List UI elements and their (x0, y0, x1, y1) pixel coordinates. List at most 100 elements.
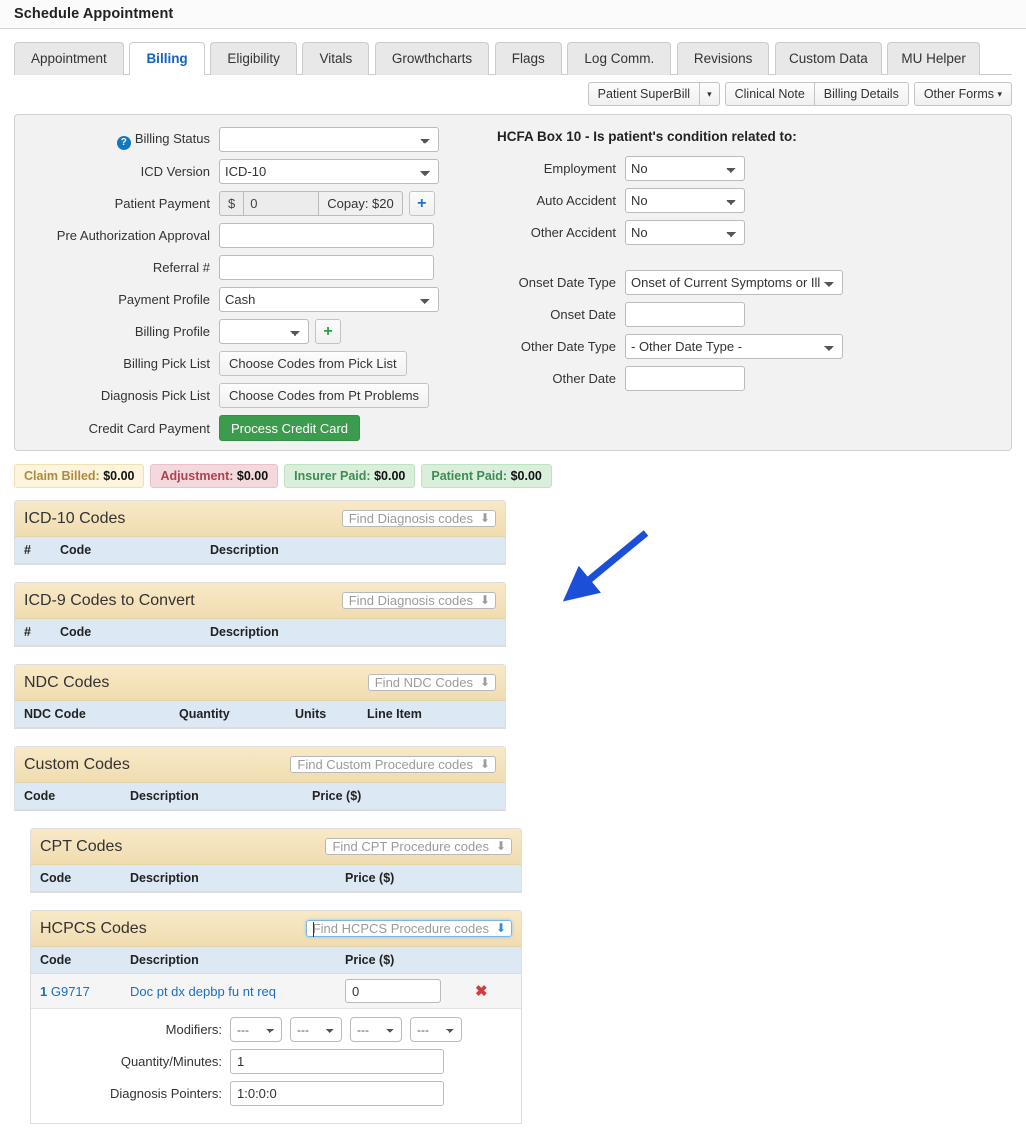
tab-eligibility[interactable]: Eligibility (210, 42, 297, 75)
other-date-type-select[interactable]: - Other Date Type - (625, 334, 843, 359)
panel-icd10-codes: ICD-10 Codes Find Diagnosis codes ⬇ # Co… (14, 500, 506, 565)
down-arrow-icon: ⬇ (479, 757, 490, 771)
claim-billed-amount: $0.00 (103, 469, 135, 483)
hcpcs-row-code: 1 G9717 (40, 984, 130, 999)
other-accident-select[interactable]: No (625, 220, 745, 245)
tab-appointment[interactable]: Appointment (14, 42, 124, 75)
hcfa-box10-title: HCFA Box 10 - Is patient's condition rel… (497, 129, 797, 144)
field-other-date-type: Other Date Type - Other Date Type - (485, 334, 1005, 359)
billing-pick-list-label: Billing Pick List (123, 356, 210, 371)
quantity-minutes-input[interactable] (230, 1049, 444, 1074)
adjustment-amount: $0.00 (236, 469, 269, 483)
clinical-note-button[interactable]: Clinical Note (724, 82, 815, 106)
modifier-1-select[interactable]: --- (230, 1017, 282, 1042)
cpt-panel-title: CPT Codes (40, 837, 123, 855)
icd10-search-wrapper: Find Diagnosis codes ⬇ (341, 508, 496, 529)
onset-date-input[interactable] (625, 302, 745, 327)
icd10-search-input[interactable]: Find Diagnosis codes (341, 510, 496, 527)
field-employment: Employment No (485, 156, 1005, 181)
tab-growthcharts[interactable]: Growthcharts (374, 42, 490, 75)
tab-flags[interactable]: Flags (494, 42, 562, 75)
choose-codes-from-pick-list-button[interactable]: Choose Codes from Pick List (219, 351, 407, 376)
help-icon[interactable]: ? (116, 136, 131, 150)
field-other-date: Other Date (485, 366, 1005, 391)
modifier-3-select[interactable]: --- (350, 1017, 402, 1042)
form-spacer (485, 252, 1005, 270)
cpt-search-input[interactable]: Find CPT Procedure codes (325, 838, 512, 855)
icd9-col-description: Description (210, 625, 279, 639)
icd9-panel-header: ICD-9 Codes to Convert Find Diagnosis co… (15, 583, 505, 619)
field-patient-payment: Patient Payment $ 0 Copay: $20 + (29, 191, 459, 216)
process-credit-card-button[interactable]: Process Credit Card (219, 415, 361, 441)
tab-billing[interactable]: Billing (129, 42, 205, 75)
hcpcs-row-description[interactable]: Doc pt dx depbp fu nt req (130, 984, 345, 999)
tab-log-comm[interactable]: Log Comm. (567, 42, 672, 75)
other-date-input[interactable] (625, 366, 745, 391)
billing-form-card: ? Billing Status ICD Version ICD-10 Patie… (14, 114, 1012, 451)
hcpcs-pointers-row: Diagnosis Pointers: (40, 1081, 512, 1106)
ndc-col-code: NDC Code (24, 707, 86, 721)
tab-vitals[interactable]: Vitals (302, 42, 370, 75)
billing-profile-select[interactable] (219, 319, 309, 344)
hcpcs-column-headers: Code Description Price ($) (31, 947, 521, 974)
delete-icon[interactable]: ✖ (475, 982, 488, 1000)
tab-custom-data[interactable]: Custom Data (774, 42, 882, 75)
icd-version-label: ICD Version (140, 164, 210, 179)
diagnosis-pointers-input[interactable] (230, 1081, 444, 1106)
hcpcs-panel-header: HCPCS Codes Find HCPCS Procedure codes ⬇ (31, 911, 521, 947)
hcpcs-row-code-text[interactable]: G9717 (51, 984, 90, 999)
tab-mu-helper[interactable]: MU Helper (887, 42, 980, 75)
hcpcs-col-description: Description (130, 953, 199, 967)
hcpcs-price-input[interactable] (345, 979, 441, 1003)
pre-authorization-input[interactable] (219, 223, 434, 248)
down-arrow-icon: ⬇ (495, 921, 506, 935)
field-other-accident: Other Accident No (485, 220, 1005, 245)
employment-select[interactable]: No (625, 156, 745, 181)
modifier-2-select[interactable]: --- (290, 1017, 342, 1042)
patient-superbill-button[interactable]: Patient SuperBill (587, 82, 701, 106)
panel-cpt-codes: CPT Codes Find CPT Procedure codes ⬇ Cod… (30, 828, 522, 893)
insurer-paid-amount: $0.00 (374, 469, 406, 483)
field-diagnosis-pick-list: Diagnosis Pick List Choose Codes from Pt… (29, 383, 459, 408)
icd10-panel-header: ICD-10 Codes Find Diagnosis codes ⬇ (15, 501, 505, 537)
referral-input[interactable] (219, 255, 434, 280)
ndc-column-headers: NDC Code Quantity Units Line Item (15, 701, 505, 728)
status-badge-claim-billed: Claim Billed: $0.00 (14, 464, 145, 488)
chevron-down-icon: ▾ (997, 89, 1002, 99)
panel-hcpcs-codes: HCPCS Codes Find HCPCS Procedure codes ⬇… (30, 910, 522, 1124)
employment-label: Employment (543, 161, 616, 176)
onset-date-type-select[interactable]: Onset of Current Symptoms or Illness (625, 270, 843, 295)
icd9-search-input[interactable]: Find Diagnosis codes (341, 592, 496, 609)
other-forms-label: Other Forms (923, 87, 994, 101)
auto-accident-select[interactable]: No (625, 188, 745, 213)
payment-profile-select[interactable]: Cash (219, 287, 439, 312)
choose-codes-from-pt-problems-button[interactable]: Choose Codes from Pt Problems (219, 383, 430, 408)
hcpcs-search-input[interactable]: Find HCPCS Procedure codes (305, 920, 512, 937)
down-arrow-icon: ⬇ (479, 675, 490, 689)
billing-details-button[interactable]: Billing Details (813, 82, 909, 106)
page-header: Schedule Appointment (0, 0, 1026, 29)
status-badge-patient-paid: Patient Paid: $0.00 (421, 464, 552, 488)
tab-bar: Appointment Billing Eligibility Vitals G… (0, 42, 1026, 75)
patient-superbill-dropdown-toggle[interactable]: ▾ (699, 82, 720, 106)
modifier-4-select[interactable]: --- (410, 1017, 462, 1042)
custom-panel-title: Custom Codes (24, 755, 130, 773)
cpt-col-price: Price ($) (345, 871, 395, 885)
other-forms-button[interactable]: Other Forms ▾ (913, 82, 1012, 106)
page-title: Schedule Appointment (14, 6, 174, 22)
patient-paid-amount: $0.00 (510, 469, 542, 483)
add-billing-profile-button[interactable]: + (315, 319, 341, 344)
field-icd-version: ICD Version ICD-10 (29, 159, 459, 184)
copay-text: Copay: $20 (318, 191, 403, 216)
icd-version-select[interactable]: ICD-10 (219, 159, 439, 184)
patient-payment-input[interactable]: 0 (243, 191, 319, 216)
tab-revisions[interactable]: Revisions (676, 42, 770, 75)
ndc-search-input[interactable]: Find NDC Codes (367, 674, 496, 691)
billing-status-select[interactable] (219, 127, 439, 152)
icd9-panel-title: ICD-9 Codes to Convert (24, 591, 195, 609)
custom-search-input[interactable]: Find Custom Procedure codes (290, 756, 496, 773)
field-pre-authorization: Pre Authorization Approval (29, 223, 459, 248)
chevron-down-icon: ▾ (707, 89, 712, 99)
add-payment-button[interactable]: + (408, 191, 435, 216)
field-credit-card-payment: Credit Card Payment Process Credit Card (29, 415, 459, 441)
